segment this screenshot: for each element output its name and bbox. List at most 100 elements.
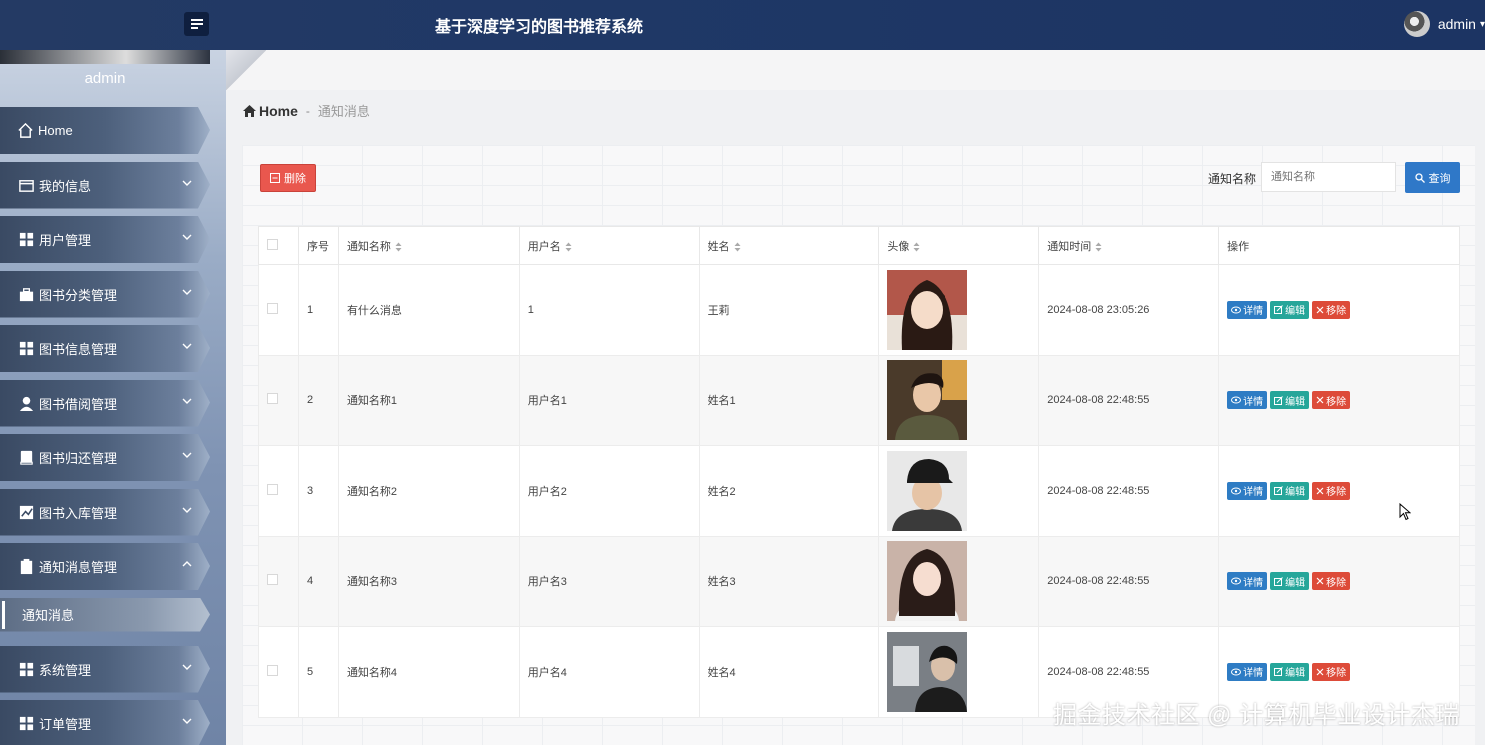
chevron-down-icon — [182, 718, 192, 724]
breadcrumb-home[interactable]: Home — [243, 103, 298, 119]
sidebar-item-book-info[interactable]: 图书信息管理 — [0, 325, 210, 372]
edit-button[interactable]: 编辑 — [1270, 391, 1310, 410]
close-icon — [1316, 668, 1324, 676]
sidebar-item-orders[interactable]: 订单管理 — [0, 700, 210, 745]
header-realname[interactable]: 姓名 — [698, 226, 880, 265]
row-select[interactable] — [258, 264, 299, 356]
avatar[interactable] — [887, 450, 968, 531]
table-row[interactable]: 2 通知名称1 用户名1 姓名1 2024-08-08 22:48:55 详情 … — [258, 354, 1460, 446]
avatar[interactable] — [887, 269, 968, 350]
menu-toggle-button[interactable] — [184, 12, 209, 36]
edit-label: 编辑 — [1285, 487, 1306, 499]
row-checkbox[interactable] — [267, 483, 278, 495]
detail-button[interactable]: 详情 — [1227, 481, 1268, 500]
row-select[interactable] — [258, 626, 299, 718]
detail-button[interactable]: 详情 — [1227, 572, 1268, 591]
edit-label: 编辑 — [1285, 396, 1306, 408]
notice-table: 序号 通知名称 用户名 姓名 头像 通知时间 操作 1 有什么消息 1 王莉 2… — [258, 226, 1460, 718]
edit-icon — [1274, 667, 1283, 677]
row-checkbox[interactable] — [267, 574, 278, 586]
list-panel: 删除 通知名称 查询 序号 通知名称 用户名 姓名 头像 — [242, 145, 1475, 745]
avatar[interactable] — [887, 631, 968, 712]
row-select[interactable] — [258, 445, 299, 537]
sort-icon[interactable] — [1095, 242, 1102, 252]
header-label: 用户名 — [527, 240, 561, 253]
header-username[interactable]: 用户名 — [518, 226, 700, 265]
table-row[interactable]: 4 通知名称3 用户名3 姓名3 2024-08-08 22:48:55 详情 … — [258, 535, 1460, 627]
header-label: 头像 — [887, 240, 910, 253]
sidebar-item-label: 图书借阅管理 — [39, 396, 118, 412]
search-button[interactable]: 查询 — [1405, 162, 1460, 193]
sidebar-item-label: 图书入库管理 — [39, 505, 118, 521]
close-icon — [1316, 577, 1324, 585]
sidebar-item-book-stock[interactable]: 图书入库管理 — [0, 488, 210, 536]
edit-button[interactable]: 编辑 — [1270, 300, 1310, 319]
cell-realname: 姓名3 — [698, 535, 880, 627]
sidebar-item-notice[interactable]: 通知消息管理 — [0, 543, 210, 590]
row-checkbox[interactable] — [267, 302, 278, 314]
sort-icon[interactable] — [913, 242, 920, 252]
sidebar-nav: Home 我的信息 用户管理 图书分类管理 图书信息管理 图书借阅管理 图书归还… — [0, 107, 226, 745]
remove-button[interactable]: 移除 — [1312, 391, 1351, 410]
header-notice-name[interactable]: 通知名称 — [337, 226, 520, 265]
close-icon — [1316, 396, 1324, 404]
detail-button[interactable]: 详情 — [1227, 300, 1268, 319]
row-checkbox[interactable] — [267, 393, 278, 405]
cell-time: 2024-08-08 22:48:55 — [1038, 445, 1220, 537]
row-select[interactable] — [258, 535, 299, 627]
detail-label: 详情 — [1243, 487, 1264, 499]
header-actions: 操作 — [1218, 226, 1460, 265]
sidebar-item-home[interactable]: Home — [0, 107, 210, 154]
search-input[interactable] — [1261, 162, 1396, 192]
detail-button[interactable]: 详情 — [1227, 391, 1268, 410]
header-time[interactable]: 通知时间 — [1038, 226, 1220, 265]
sidebar-item-my-info[interactable]: 我的信息 — [0, 161, 210, 209]
home-icon — [17, 122, 34, 139]
avatar[interactable] — [887, 541, 968, 622]
edit-button[interactable]: 编辑 — [1270, 572, 1310, 591]
remove-label: 移除 — [1326, 577, 1347, 589]
remove-button[interactable]: 移除 — [1312, 662, 1351, 681]
user-menu[interactable]: admin ▾ — [1403, 10, 1485, 38]
header-avatar[interactable]: 头像 — [878, 226, 1040, 265]
sidebar-item-system[interactable]: 系统管理 — [0, 645, 210, 693]
row-select[interactable] — [258, 354, 299, 446]
delete-button[interactable]: 删除 — [260, 164, 316, 192]
detail-button[interactable]: 详情 — [1227, 662, 1268, 681]
delete-button-label: 删除 — [284, 173, 306, 185]
sort-icon[interactable] — [734, 242, 741, 252]
remove-label: 移除 — [1326, 306, 1347, 318]
sort-icon[interactable] — [565, 242, 572, 252]
row-checkbox[interactable] — [267, 664, 278, 676]
edit-button[interactable]: 编辑 — [1270, 481, 1310, 500]
sidebar-subitem-notice[interactable]: 通知消息 — [0, 597, 210, 632]
sidebar-item-book-borrow[interactable]: 图书借阅管理 — [0, 379, 210, 427]
chevron-down-icon — [182, 234, 192, 240]
eye-icon — [1231, 306, 1242, 314]
sidebar-item-book-category[interactable]: 图书分类管理 — [0, 270, 210, 318]
sidebar-item-book-return[interactable]: 图书归还管理 — [0, 434, 210, 481]
select-all-checkbox[interactable] — [267, 238, 278, 250]
remove-button[interactable]: 移除 — [1312, 572, 1351, 591]
cell-actions: 详情 编辑 移除 — [1218, 354, 1460, 446]
grid-icon — [18, 715, 35, 732]
edit-icon — [1274, 486, 1283, 496]
avatar[interactable] — [887, 360, 968, 441]
app-title: 基于深度学习的图书推荐系统 — [435, 19, 644, 36]
cell-username: 用户名1 — [518, 354, 700, 446]
header-select-all[interactable] — [258, 226, 299, 265]
remove-button[interactable]: 移除 — [1312, 300, 1351, 319]
table-row[interactable]: 3 通知名称2 用户名2 姓名2 2024-08-08 22:48:55 详情 … — [258, 445, 1460, 537]
remove-label: 移除 — [1326, 668, 1347, 680]
cell-actions: 详情 编辑 移除 — [1218, 445, 1460, 537]
table-row[interactable]: 1 有什么消息 1 王莉 2024-08-08 23:05:26 详情 编辑 移… — [258, 264, 1460, 356]
menu-icon — [190, 19, 203, 29]
edit-icon — [1274, 576, 1283, 586]
remove-label: 移除 — [1326, 396, 1347, 408]
edit-button[interactable]: 编辑 — [1270, 662, 1310, 681]
cell-realname: 王莉 — [698, 264, 880, 356]
cell-notice-name: 通知名称3 — [337, 535, 520, 627]
sidebar-item-users[interactable]: 用户管理 — [0, 216, 210, 263]
sort-icon[interactable] — [395, 242, 402, 252]
remove-button[interactable]: 移除 — [1312, 481, 1351, 500]
